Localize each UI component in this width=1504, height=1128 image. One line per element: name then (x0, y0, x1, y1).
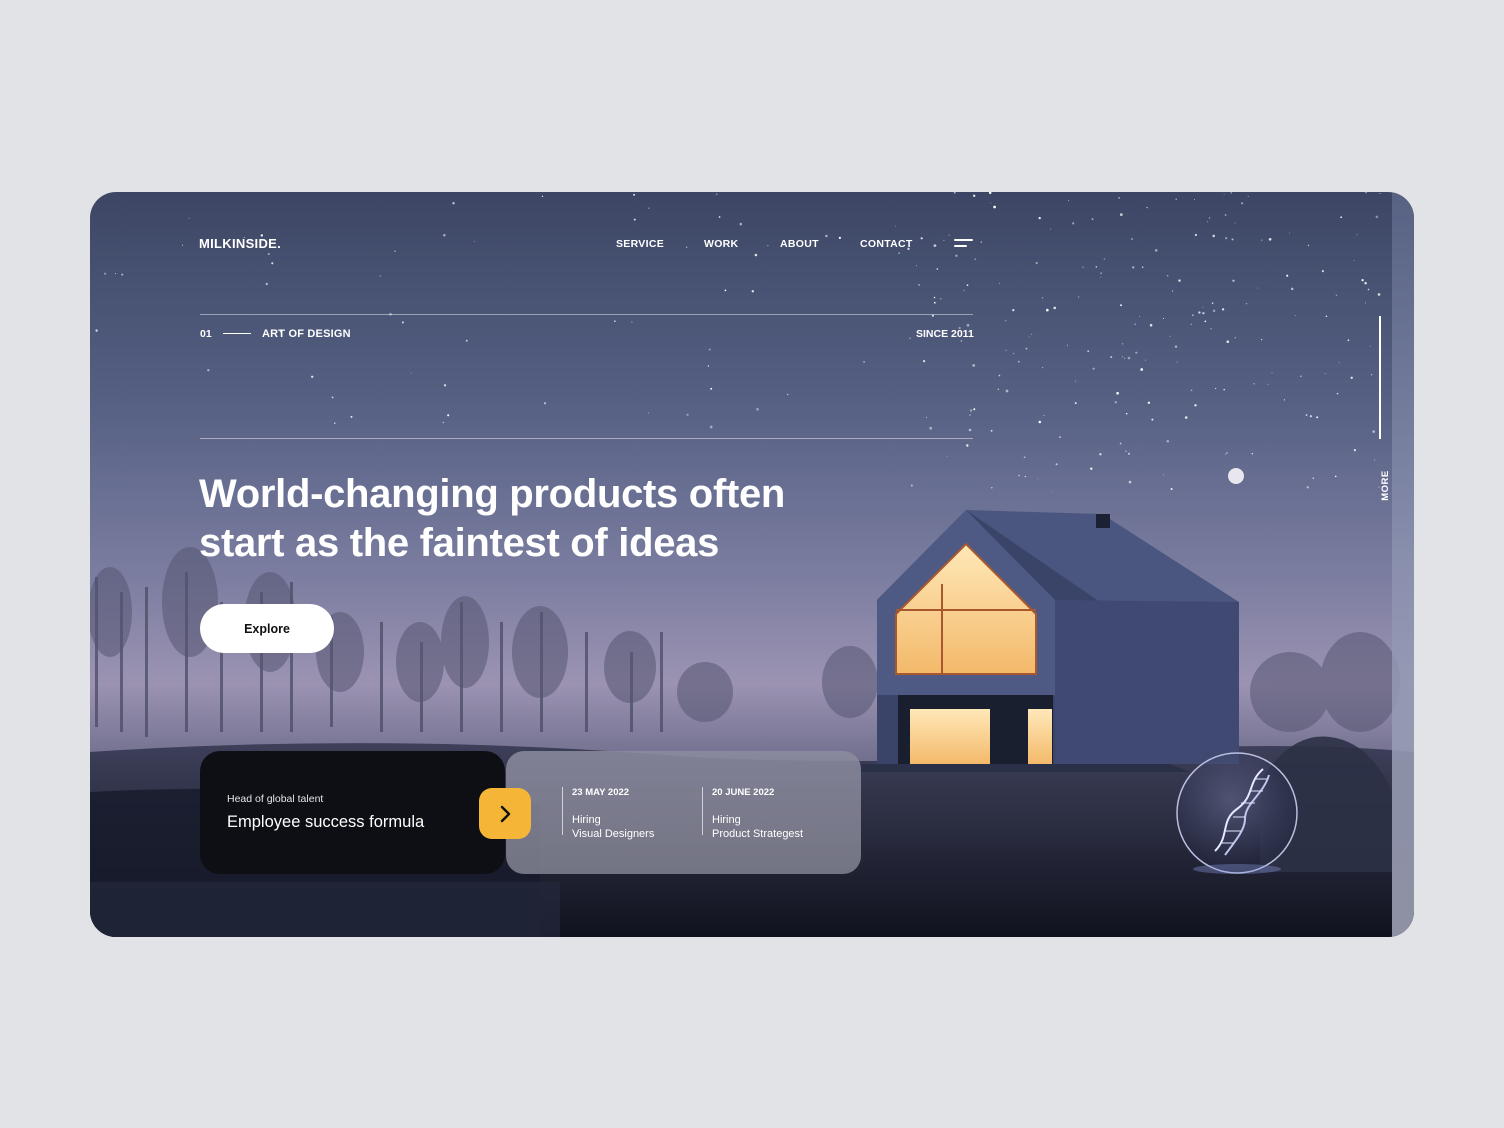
section-dash (223, 333, 251, 334)
job-date: 23 MAY 2022 (572, 787, 630, 798)
job-role: Hiring Product Strategest (712, 813, 803, 841)
menu-line (954, 245, 967, 247)
headline-line-2: start as the faintest of ideas (199, 521, 720, 565)
talent-card[interactable]: Head of global talent Employee success f… (200, 751, 505, 874)
hiring-card: 23 MAY 2022 Hiring Visual Designers 20 J… (506, 751, 861, 874)
job-role-line-1: Hiring (572, 814, 601, 826)
logo[interactable]: MILKINSIDE. (199, 236, 281, 251)
menu-line (954, 239, 973, 241)
job-date: 20 JUNE 2022 (712, 787, 775, 798)
talent-card-eyebrow: Head of global talent (227, 793, 324, 805)
section-index: 01 (200, 328, 212, 340)
nav-service[interactable]: SERVICE (616, 238, 664, 250)
job-role: Hiring Visual Designers (572, 813, 654, 841)
more-link[interactable]: MORE (1380, 470, 1391, 501)
job-divider (562, 787, 563, 835)
hamburger-menu-icon[interactable] (954, 239, 973, 248)
nav-work[interactable]: WORK (704, 238, 738, 250)
explore-button[interactable]: Explore (200, 604, 334, 653)
job-divider (702, 787, 703, 835)
talent-card-title: Employee success formula (227, 813, 425, 831)
dna-icon[interactable] (1175, 751, 1299, 875)
nav-contact[interactable]: CONTACT (860, 238, 913, 250)
hero-frame: MILKINSIDE. SERVICE WORK ABOUT CONTACT 0… (90, 192, 1414, 937)
job-role-line-2: Visual Designers (572, 828, 655, 840)
divider-bottom (200, 438, 973, 439)
chevron-right-icon (500, 805, 511, 822)
job-role-line-1: Hiring (712, 814, 741, 826)
since-label: SINCE 2011 (916, 328, 974, 340)
divider-top (200, 314, 973, 315)
section-label: ART OF DESIGN (262, 328, 351, 340)
side-strip (1392, 192, 1414, 937)
nav-about[interactable]: ABOUT (780, 238, 819, 250)
talent-card-arrow-button[interactable] (479, 788, 531, 839)
job-role-line-2: Product Strategest (712, 828, 804, 840)
scroll-indicator (1379, 316, 1381, 439)
headline-line-1: World-changing products often (199, 472, 786, 516)
hero-headline: World-changing products often start as t… (199, 470, 899, 568)
